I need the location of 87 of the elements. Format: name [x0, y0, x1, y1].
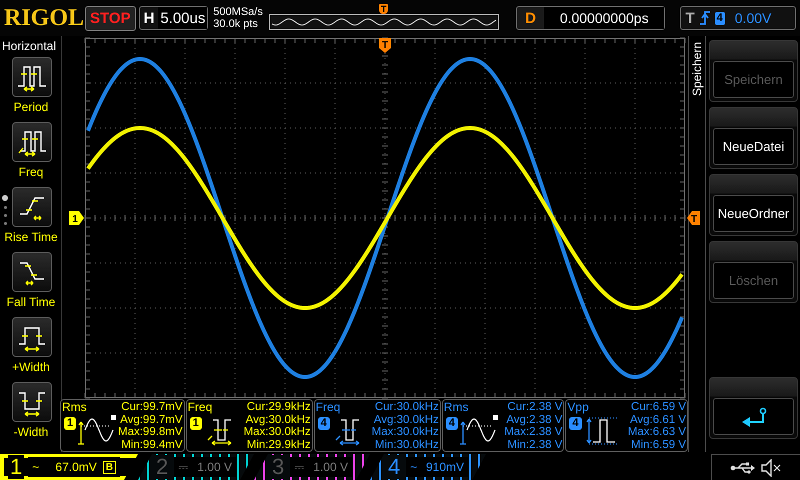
softkey-label: -Width: [12, 424, 50, 441]
measurement-value: Min:99.4mV: [121, 438, 183, 451]
measurement-name: Rms: [62, 401, 88, 414]
softkey-label: Rise Time: [3, 229, 59, 246]
channel-tab[interactable]: 3 ⎓ 1.00 V: [254, 454, 370, 480]
trigger-level: 0.00V: [734, 10, 772, 26]
measurement-value: Cur:30.0kHz: [374, 401, 439, 414]
menu-title: Horizontal: [1, 38, 58, 55]
measurement-value: Min:2.38 V: [507, 438, 562, 451]
rising-edge-icon: [698, 10, 711, 26]
memory-depth: 30.0k pts: [213, 18, 259, 30]
trigger-level-marker[interactable]: T: [687, 211, 700, 225]
measurement-value: Cur:29.9kHz: [246, 401, 311, 414]
measure-softkey[interactable]: [12, 187, 52, 227]
menu-softkey[interactable]: NeueOrdner: [709, 174, 798, 236]
measurement-value: Min:30.0kHz: [374, 438, 439, 451]
usb-icon: [730, 460, 756, 474]
coupling-symbol: ⎓: [178, 460, 188, 474]
channel-badge: 4: [318, 417, 330, 430]
measurement-name: Vpp: [567, 401, 590, 414]
channel-tab[interactable]: 2 ⎓ 1.00 V: [138, 454, 254, 480]
measurement-value: Max:30.0kHz: [372, 426, 439, 438]
coupling-symbol: ~: [32, 460, 40, 474]
delay-value: 0.00000000ps: [544, 7, 664, 29]
measurement-value: Avg:30.0kHz: [374, 414, 439, 426]
measure-softkey[interactable]: [12, 122, 52, 162]
sine-rms-icon: [77, 414, 118, 446]
softkey-label: Freq: [18, 164, 44, 181]
trigger-source-badge: 4: [714, 12, 725, 24]
measurement-name: Freq: [188, 401, 214, 414]
measurement-value: Min:6.59 V: [631, 438, 686, 451]
measure-softkey[interactable]: [12, 252, 52, 292]
timebase-value: 5.00us: [158, 7, 208, 29]
softkey-label: +Width: [11, 359, 51, 376]
timebase-display[interactable]: H 5.00us: [138, 6, 208, 30]
channel-badge: 4: [446, 417, 458, 430]
trigger-position-marker[interactable]: T: [379, 38, 391, 53]
channel-badge: 4: [569, 417, 582, 430]
channel-offset-marker[interactable]: 1: [69, 211, 84, 225]
softkey-label: Period: [12, 99, 50, 116]
channel-badge: 1: [64, 417, 76, 430]
trigger-position-marker: T: [378, 4, 388, 14]
measure-softkey[interactable]: [12, 317, 52, 357]
measurement-value: Max:6.63 V: [628, 426, 686, 438]
measurement-value: Cur:6.59 V: [631, 401, 686, 414]
coupling-symbol: ~: [410, 460, 418, 474]
bandwidth-limit-badge: B: [102, 460, 116, 474]
measurement-name: Rms: [444, 401, 470, 414]
softkey-label: Fall Time: [6, 294, 56, 311]
delay-display[interactable]: D 0.00000000ps: [516, 6, 666, 30]
channel-number: 1: [8, 455, 24, 479]
channel-tab[interactable]: 1 ~ 67.0mV B: [0, 454, 138, 480]
measurement-name: Freq: [316, 401, 342, 414]
measurement-value: Max:2.38 V: [504, 426, 562, 438]
measurement-value: Avg:30.0kHz: [246, 414, 311, 426]
run-status-badge[interactable]: STOP: [85, 6, 136, 30]
trigger-label: T: [685, 10, 695, 26]
vertical-scale: 1.00 V: [196, 460, 232, 474]
return-arrow-icon: [740, 406, 766, 426]
vertical-scale: 910mV: [424, 460, 464, 474]
menu-softkey[interactable]: NeueDatei: [709, 107, 798, 169]
measurement-value: Cur:2.38 V: [507, 401, 562, 414]
channel-number: 2: [154, 455, 170, 479]
vertical-scale: 67.0mV: [54, 460, 97, 474]
measurement-value: Avg:6.61 V: [630, 414, 686, 426]
channel-tab[interactable]: 4 ~ 910mV: [370, 454, 486, 480]
coupling-symbol: ⎓: [294, 460, 304, 474]
measurement-value: Max:99.8mV: [118, 426, 183, 438]
trigger-display[interactable]: T 4 0.00V: [680, 6, 796, 30]
speaker-muted-icon: [760, 458, 782, 476]
measurement-value: Min:29.9kHz: [246, 438, 311, 451]
vertical-scale: 1.00 V: [312, 460, 348, 474]
channel-number: 4: [386, 455, 402, 479]
measurement-value: Avg:2.38 V: [506, 414, 562, 426]
measurement-value: Cur:99.7mV: [121, 401, 183, 414]
measurement-value: Avg:99.7mV: [120, 414, 183, 426]
timebase-label: H: [142, 10, 156, 26]
sample-rate: 500MSa/s: [213, 6, 264, 18]
measure-softkey[interactable]: [12, 57, 52, 97]
delay-label: D: [524, 10, 537, 26]
brand-logo: RIGOL: [4, 4, 82, 32]
channel-number: 3: [270, 455, 286, 479]
sine-rms-icon: [458, 414, 499, 446]
channel-badge: 1: [190, 417, 202, 430]
menu-title: Speichern: [690, 42, 704, 96]
measure-softkey[interactable]: [12, 382, 52, 422]
measurement-value: Max:30.0kHz: [244, 426, 311, 438]
